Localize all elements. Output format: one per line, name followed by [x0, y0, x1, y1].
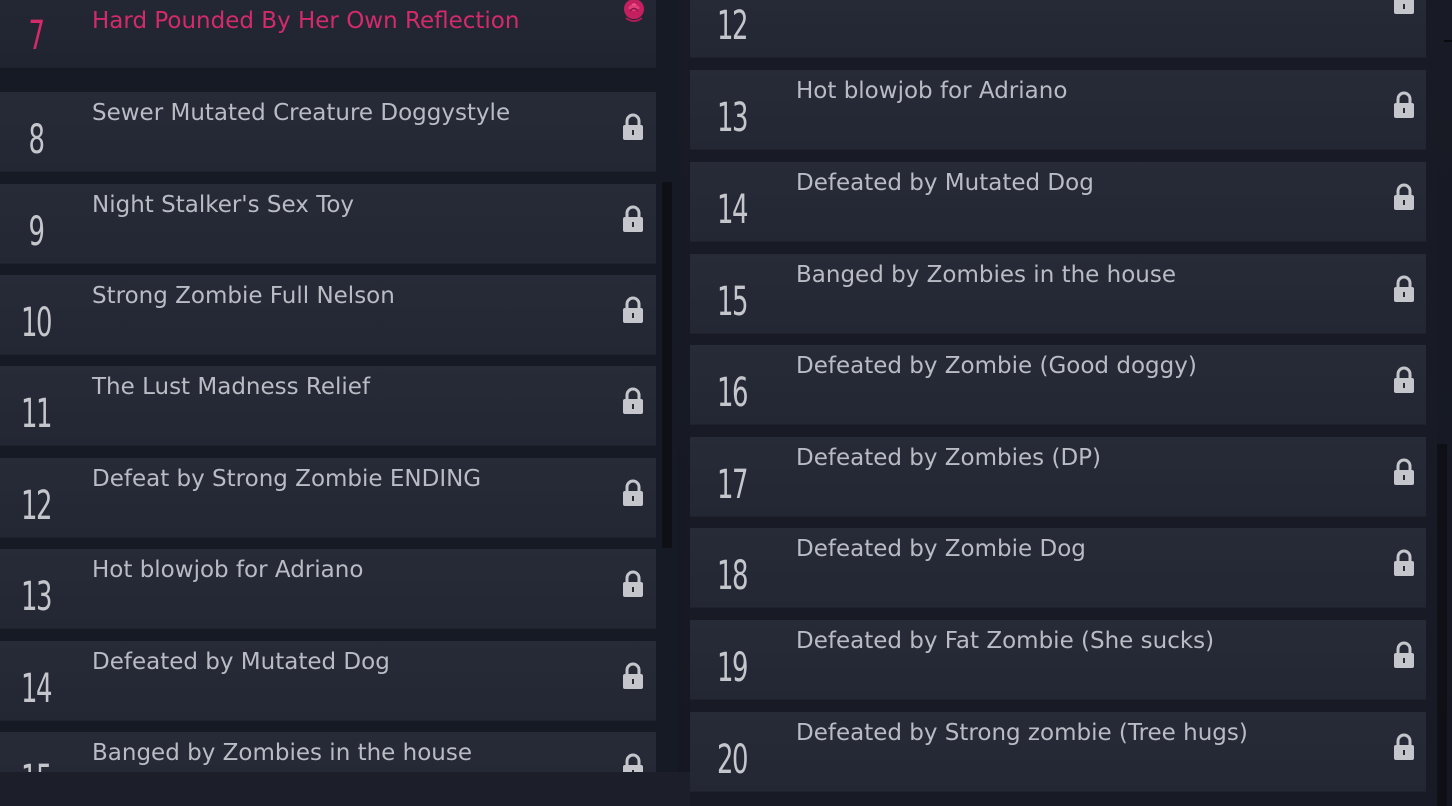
scene-number: 18 [716, 553, 749, 599]
scene-row-12[interactable]: 12 [690, 0, 1426, 58]
scene-title: Night Stalker's Sex Toy [92, 192, 355, 218]
scene-number: 12 [716, 3, 749, 49]
lock-icon [1394, 0, 1414, 14]
scene-list-left: 7 Hard Pounded By Her Own Reflection 8 S… [0, 0, 678, 772]
scene-title: Defeated by Mutated Dog [796, 170, 1094, 196]
scene-title: Strong Zombie Full Nelson [92, 283, 395, 309]
scene-row-15[interactable]: 15 Banged by Zombies in the house [0, 732, 656, 772]
lock-icon [1394, 275, 1414, 302]
panel-divider [0, 772, 690, 806]
scene-row-19[interactable]: 19 Defeated by Fat Zombie (She sucks) [690, 620, 1426, 700]
scene-row-8[interactable]: 8 Sewer Mutated Creature Doggystyle [0, 92, 656, 172]
scene-row-7[interactable]: 7 Hard Pounded By Her Own Reflection [0, 0, 656, 68]
lock-icon [623, 570, 643, 597]
scene-number: 16 [716, 370, 749, 416]
scene-number: 19 [716, 645, 749, 691]
scene-title: Hot blowjob for Adriano [796, 78, 1068, 104]
scene-title: Defeat by Strong Zombie ENDING [92, 466, 482, 492]
lock-icon [1394, 458, 1414, 485]
scene-number: 20 [716, 737, 749, 783]
lock-icon [623, 479, 643, 506]
scene-title: Defeated by Fat Zombie (She sucks) [796, 628, 1215, 654]
scene-number: 14 [716, 187, 749, 233]
scene-row-16[interactable]: 16 Defeated by Zombie (Good doggy) [690, 345, 1426, 425]
scene-number: 10 [20, 300, 53, 346]
scene-number: 15 [10, 756, 62, 772]
lock-icon [1394, 366, 1414, 393]
lock-icon [1394, 549, 1414, 576]
scrollbar-thumb[interactable] [662, 182, 672, 548]
scene-title: Defeated by Strong zombie (Tree hugs) [796, 720, 1248, 746]
lock-icon [1394, 183, 1414, 210]
scene-number: 15 [716, 279, 749, 325]
scene-row-15[interactable]: 15 Banged by Zombies in the house [690, 254, 1426, 334]
scene-row-13[interactable]: 13 Hot blowjob for Adriano [690, 70, 1426, 150]
scene-row-9[interactable]: 9 Night Stalker's Sex Toy [0, 184, 656, 264]
scene-row-20[interactable]: 20 Defeated by Strong zombie (Tree hugs) [690, 712, 1426, 792]
scene-title: Sewer Mutated Creature Doggystyle [92, 100, 511, 126]
lock-icon [623, 296, 643, 323]
scene-number: 9 [28, 209, 44, 255]
scene-number: 13 [20, 574, 53, 620]
rose-icon [624, 0, 644, 22]
scene-number: 8 [28, 117, 44, 163]
lock-icon [623, 753, 643, 772]
scene-number: 7 [28, 13, 44, 59]
lock-icon [623, 113, 643, 140]
lock-icon [1394, 91, 1414, 118]
scene-number: 13 [716, 95, 749, 141]
scene-number: 17 [716, 462, 749, 508]
scene-gallery-screen: 7 Hard Pounded By Her Own Reflection 8 S… [0, 0, 1452, 806]
lock-icon [1394, 641, 1414, 668]
scene-number: 12 [20, 483, 53, 529]
scene-row-13[interactable]: 13 Hot blowjob for Adriano [0, 549, 656, 629]
scene-row-11[interactable]: 11 The Lust Madness Relief [0, 366, 656, 446]
scene-row-17[interactable]: 17 Defeated by Zombies (DP) [690, 437, 1426, 517]
lock-icon [1394, 733, 1414, 760]
lock-icon [623, 387, 643, 414]
scene-title: Banged by Zombies in the house [92, 740, 472, 766]
scene-number: 11 [20, 391, 53, 437]
scene-row-14[interactable]: 14 Defeated by Mutated Dog [690, 162, 1426, 242]
scene-number: 14 [20, 666, 53, 712]
scene-title: Defeated by Zombies (DP) [796, 445, 1101, 471]
window-edge [1444, 40, 1452, 42]
scene-row-10[interactable]: 10 Strong Zombie Full Nelson [0, 275, 656, 355]
scrollbar-track[interactable] [1437, 444, 1447, 806]
scene-title: Banged by Zombies in the house [796, 262, 1176, 288]
scene-row-18[interactable]: 18 Defeated by Zombie Dog [690, 528, 1426, 608]
scene-title: The Lust Madness Relief [92, 374, 371, 400]
lock-icon [623, 205, 643, 232]
scene-title: Hard Pounded By Her Own Reflection [92, 8, 520, 34]
scene-row-12[interactable]: 12 Defeat by Strong Zombie ENDING [0, 458, 656, 538]
scene-row-14[interactable]: 14 Defeated by Mutated Dog [0, 641, 656, 721]
scene-title: Defeated by Zombie Dog [796, 536, 1086, 562]
scene-title: Defeated by Zombie (Good doggy) [796, 353, 1197, 379]
lock-icon [623, 662, 643, 689]
scene-list-right: 12 13 Hot blowjob for Adriano 14 Defeate… [690, 0, 1437, 806]
scene-title: Defeated by Mutated Dog [92, 649, 390, 675]
scene-title: Hot blowjob for Adriano [92, 557, 364, 583]
